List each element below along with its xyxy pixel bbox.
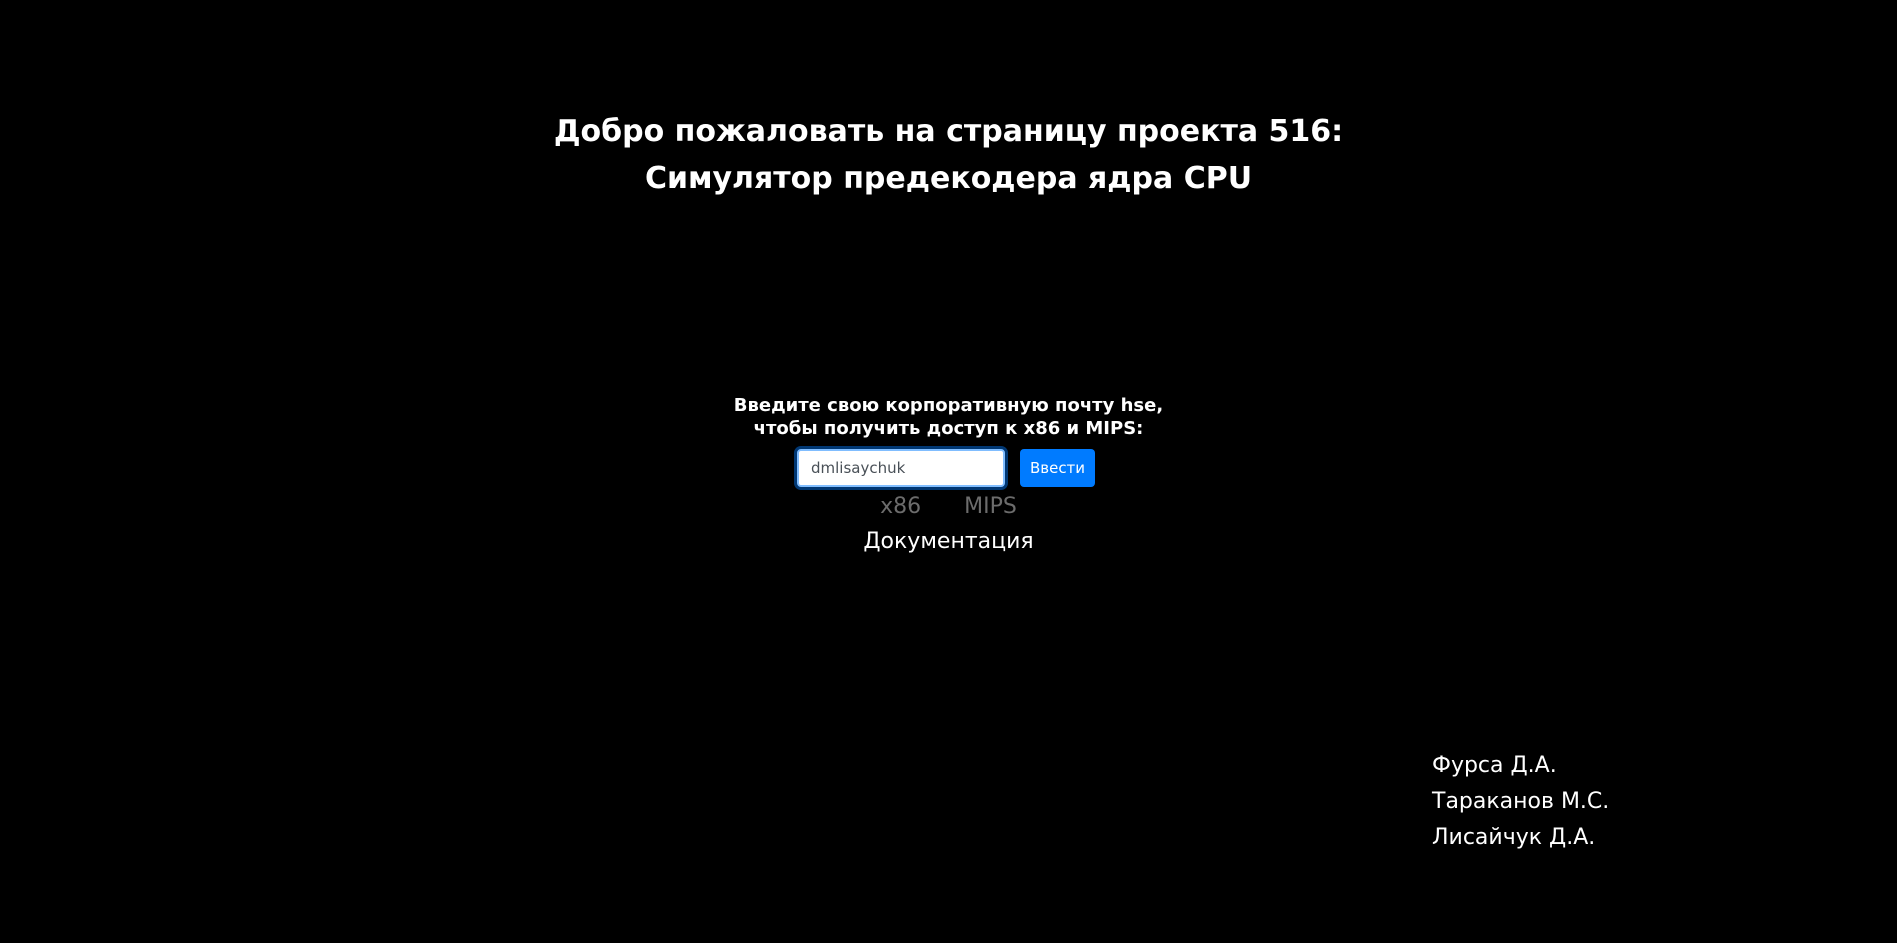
documentation-link[interactable]: Документация bbox=[863, 529, 1033, 554]
x86-link[interactable]: x86 bbox=[880, 493, 921, 521]
authors-list: Фурса Д.А. Тараканов М.С. Лисайчук Д.А. bbox=[1432, 748, 1609, 856]
architecture-links: x86 MIPS bbox=[0, 493, 1897, 521]
page-title-line-1: Добро пожаловать на страницу проекта 516… bbox=[553, 114, 1344, 149]
submit-button[interactable]: Ввести bbox=[1020, 449, 1095, 487]
page-title-line-2: Симулятор предекодера ядра CPU bbox=[644, 161, 1253, 196]
email-input[interactable] bbox=[797, 449, 1005, 487]
access-prompt-line-2: чтобы получить доступ к x86 и MIPS: bbox=[753, 418, 1144, 439]
access-prompt-line-1: Введите свою корпоративную почту hse, bbox=[733, 395, 1164, 416]
author-name: Фурса Д.А. bbox=[1432, 753, 1557, 778]
access-prompt: Введите свою корпоративную почту hse, чт… bbox=[0, 394, 1897, 440]
documentation-section: Документация bbox=[0, 527, 1897, 557]
author-name: Лисайчук Д.А. bbox=[1432, 825, 1596, 850]
author-name: Тараканов М.С. bbox=[1432, 789, 1610, 814]
page-title: Добро пожаловать на страницу проекта 516… bbox=[0, 108, 1897, 202]
page: Добро пожаловать на страницу проекта 516… bbox=[0, 0, 1897, 943]
mips-link[interactable]: MIPS bbox=[964, 493, 1017, 521]
access-form: Ввести bbox=[797, 449, 1095, 487]
